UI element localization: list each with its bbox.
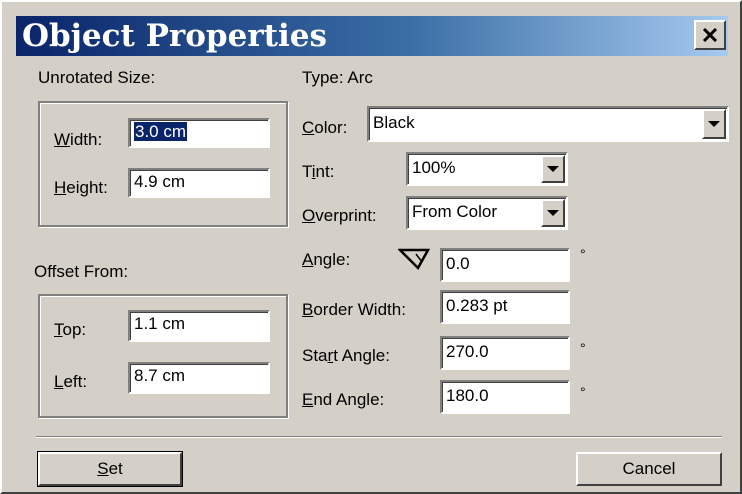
start-angle-label-post: t Angle: <box>333 346 390 365</box>
angle-mnemonic: A <box>302 250 314 269</box>
overprint-select[interactable]: From Color <box>406 196 568 230</box>
overprint-mnemonic: O <box>302 206 316 225</box>
footer-separator <box>36 436 722 438</box>
border-width-label-text: order Width: <box>313 300 406 319</box>
start-angle-input[interactable]: 270.0 <box>440 336 570 370</box>
top-mnemonic: T <box>54 320 63 339</box>
angle-value: 0.0 <box>446 254 470 273</box>
end-angle-label: End Angle: <box>302 390 384 410</box>
color-label: Color: <box>302 118 347 138</box>
color-value: Black <box>373 113 415 132</box>
width-value: 3.0 cm <box>134 122 188 141</box>
set-mnemonic: S <box>97 459 109 478</box>
object-properties-dialog: Object Properties Unrotated Size: Width:… <box>0 0 742 494</box>
chevron-down-icon <box>547 210 559 216</box>
tint-label-pre: T <box>302 162 312 181</box>
start-angle-value: 270.0 <box>446 342 489 361</box>
height-label: Height: <box>54 178 108 198</box>
start-angle-degree-symbol: ° <box>580 340 586 356</box>
angle-label: Angle: <box>302 250 350 270</box>
set-button[interactable]: Set <box>37 451 183 487</box>
unrotated-size-label: Unrotated Size: <box>38 68 156 87</box>
top-label: Top: <box>54 320 86 340</box>
chevron-down-icon <box>708 121 720 127</box>
end-angle-input[interactable]: 180.0 <box>440 380 570 414</box>
width-label-text: idth: <box>70 130 103 149</box>
tint-dropdown-button[interactable] <box>541 155 565 183</box>
start-angle-label: Start Angle: <box>302 346 390 366</box>
height-mnemonic: H <box>54 178 67 197</box>
left-label: Left: <box>54 372 87 392</box>
angle-icon <box>398 248 431 271</box>
overprint-dropdown-button[interactable] <box>541 199 565 227</box>
angle-degree-symbol: ° <box>580 246 586 262</box>
top-label-text: op: <box>62 320 87 339</box>
width-mnemonic: W <box>54 130 71 149</box>
top-value: 1.1 cm <box>134 314 186 333</box>
start-angle-label-pre: Sta <box>302 346 328 365</box>
left-label-text: eft: <box>63 372 88 391</box>
offset-from-label: Offset From: <box>34 262 129 281</box>
width-label: Width: <box>54 130 102 150</box>
set-label: et <box>108 459 123 478</box>
tint-label-post: nt: <box>315 162 335 181</box>
border-width-value: 0.283 pt <box>446 296 508 315</box>
tint-label: Tint: <box>302 162 334 182</box>
end-angle-label-text: nd Angle: <box>313 390 385 409</box>
color-mnemonic: C <box>302 118 315 137</box>
chevron-down-icon <box>547 166 559 172</box>
angle-label-text: ngle: <box>313 250 351 269</box>
type-label: Type: Arc <box>302 68 373 87</box>
tint-value: 100% <box>412 158 456 177</box>
cancel-button[interactable]: Cancel <box>576 452 722 486</box>
color-dropdown-button[interactable] <box>702 109 726 139</box>
close-icon <box>702 28 718 42</box>
tint-select[interactable]: 100% <box>406 152 568 186</box>
height-value: 4.9 cm <box>134 172 186 191</box>
dialog-title: Object Properties <box>22 18 327 54</box>
left-value: 8.7 cm <box>134 366 186 385</box>
width-input[interactable]: 3.0 cm <box>128 118 270 148</box>
end-angle-mnemonic: E <box>302 390 314 409</box>
overprint-label: Overprint: <box>302 206 377 226</box>
left-input[interactable]: 8.7 cm <box>128 362 270 394</box>
color-label-text: olor: <box>314 118 348 137</box>
close-button[interactable] <box>694 20 726 50</box>
overprint-value: From Color <box>412 202 498 221</box>
color-select[interactable]: Black <box>367 106 729 142</box>
end-angle-value: 180.0 <box>446 386 489 405</box>
top-input[interactable]: 1.1 cm <box>128 310 270 342</box>
end-angle-degree-symbol: ° <box>580 384 586 400</box>
height-input[interactable]: 4.9 cm <box>128 168 270 198</box>
border-width-input[interactable]: 0.283 pt <box>440 290 570 324</box>
border-width-mnemonic: B <box>302 300 314 319</box>
height-label-text: eight: <box>66 178 108 197</box>
angle-input[interactable]: 0.0 <box>440 248 570 282</box>
overprint-label-text: verprint: <box>315 206 377 225</box>
border-width-label: Border Width: <box>302 300 406 320</box>
